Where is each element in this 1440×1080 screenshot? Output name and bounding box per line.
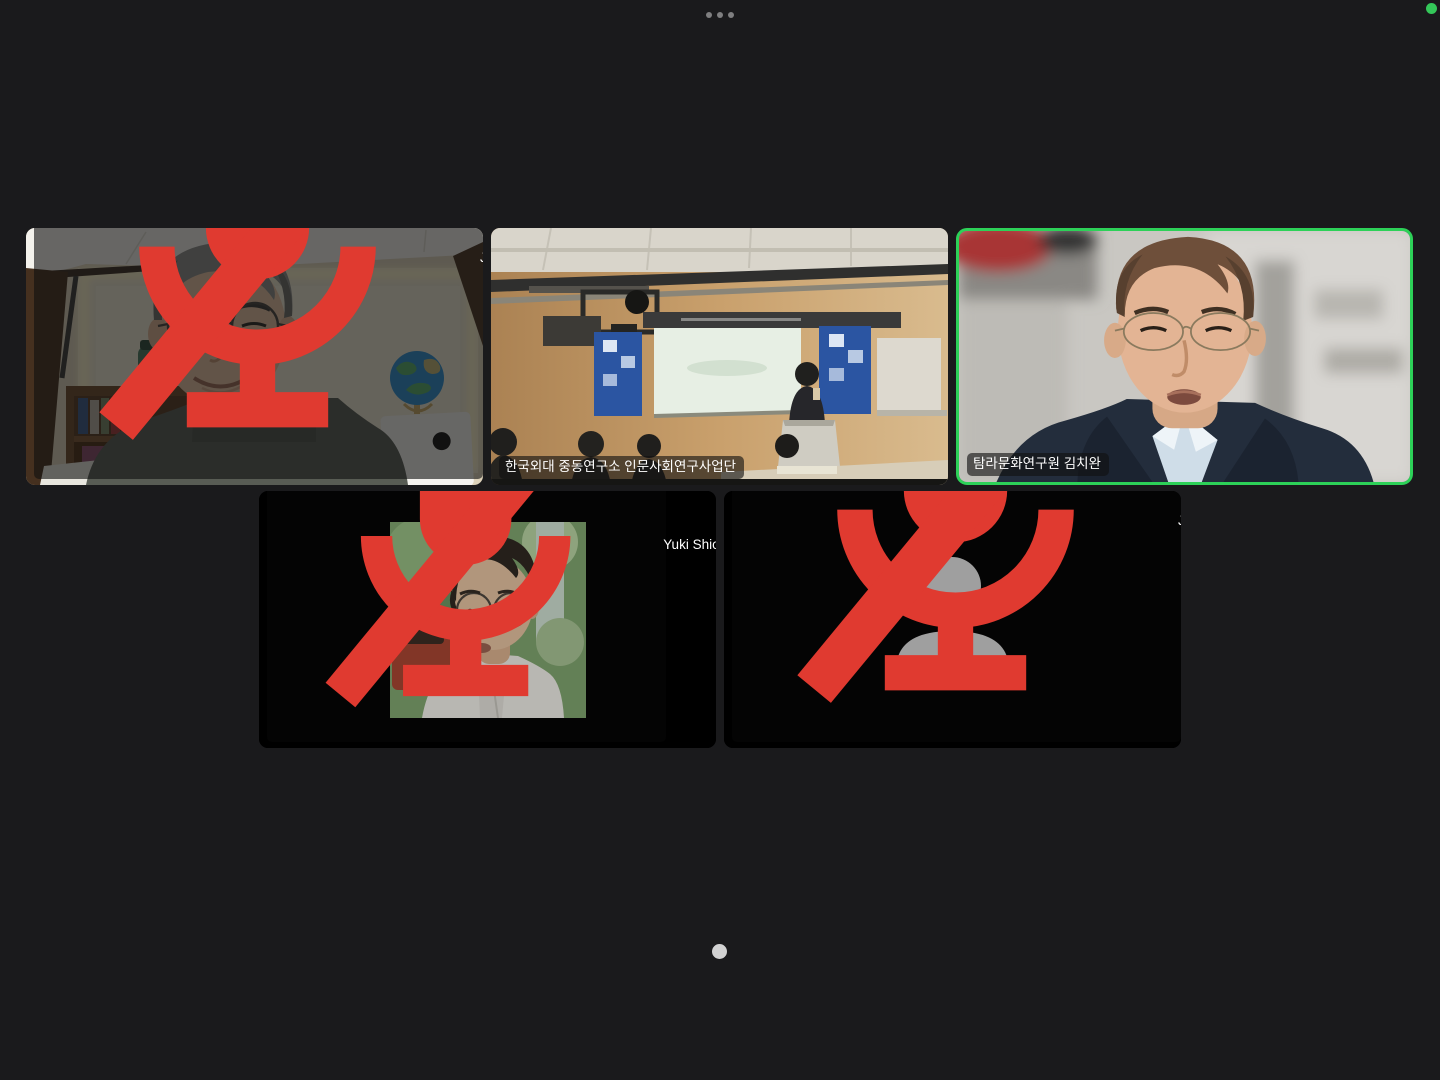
video-feed-speaker bbox=[959, 231, 1410, 482]
participant-tile-hufs-institute[interactable]: 한국외대 중동연구소 인문사회연구사업단 bbox=[491, 228, 948, 485]
participant-name-label: Jun Pyo Kim 탐라문화연구원 bbox=[34, 228, 483, 479]
participant-name-label: Yuki Shiozaki bbox=[267, 491, 666, 742]
participant-name-label: Joosong LEE (HUFS, CIAS) bbox=[732, 491, 1181, 742]
video-feed-lecture-hall bbox=[491, 228, 948, 485]
muted-mic-icon bbox=[273, 491, 658, 738]
participant-name: 탐라문화연구원 김치완 bbox=[973, 456, 1101, 472]
participant-name-label: 탐라문화연구원 김치완 bbox=[967, 453, 1109, 476]
muted-mic-icon bbox=[738, 491, 1173, 738]
ellipsis-dot bbox=[706, 12, 712, 18]
participant-tile-jun-pyo-kim[interactable]: Jun Pyo Kim 탐라문화연구원 bbox=[26, 228, 483, 485]
participant-tile-yuki-shiozaki[interactable]: Yuki Shiozaki bbox=[259, 491, 716, 748]
ellipsis-dot bbox=[728, 12, 734, 18]
more-options-button[interactable] bbox=[704, 10, 736, 20]
camera-status-indicator bbox=[1426, 3, 1437, 14]
muted-mic-icon bbox=[40, 228, 475, 475]
gallery-page-indicator-dot[interactable] bbox=[712, 944, 727, 959]
participant-tile-kim-chi-wan-active-speaker[interactable]: 탐라문화연구원 김치완 bbox=[956, 228, 1413, 485]
participant-name-label: 한국외대 중동연구소 인문사회연구사업단 bbox=[499, 456, 744, 479]
participant-name: Jun Pyo Kim 탐라문화연구원 bbox=[480, 250, 483, 266]
participant-name: 한국외대 중동연구소 인문사회연구사업단 bbox=[505, 459, 736, 475]
participant-name: Joosong LEE (HUFS, CIAS) bbox=[1178, 513, 1181, 529]
participant-tile-joosong-lee[interactable]: Joosong LEE (HUFS, CIAS) bbox=[724, 491, 1181, 748]
participant-name: Yuki Shiozaki bbox=[663, 537, 716, 553]
ellipsis-dot bbox=[717, 12, 723, 18]
